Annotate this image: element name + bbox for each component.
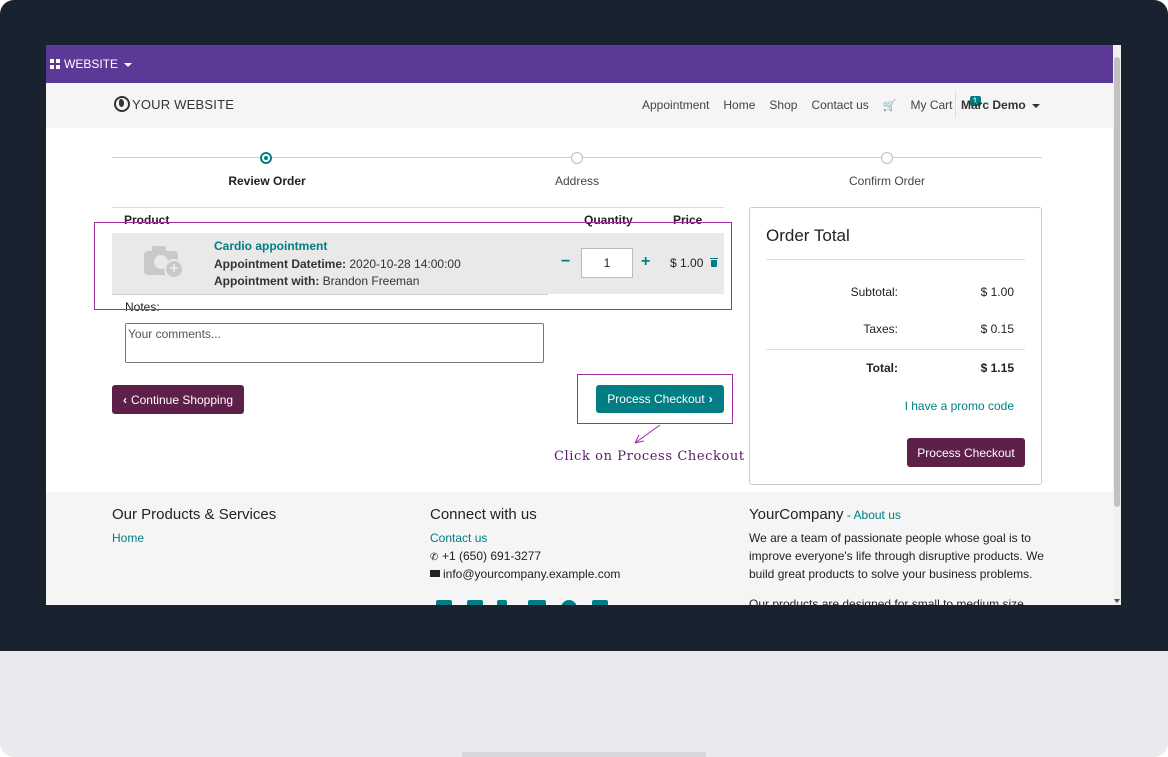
caret-down-icon	[1031, 103, 1040, 108]
twitter-icon[interactable]	[467, 600, 483, 605]
footer-company-title: YourCompany - About us	[749, 506, 901, 523]
footer-about-text-4: Our products are designed for small to m…	[749, 597, 1024, 605]
taxes-value: $ 0.15	[980, 322, 1014, 336]
step-confirm-order: Confirm Order	[848, 174, 926, 188]
step-dot-address	[571, 152, 583, 164]
youtube-icon[interactable]	[528, 600, 546, 605]
step-dot-confirm	[881, 152, 893, 164]
chevron-left-icon: ‹	[122, 392, 127, 407]
footer-about-text-1: We are a team of passionate people whose…	[749, 531, 1031, 545]
site-logo[interactable]: YOUR WEBSITE	[114, 96, 234, 112]
footer-connect-title: Connect with us	[430, 506, 537, 523]
footer-phone: ✆ +1 (650) 691-3277	[430, 549, 542, 563]
taxes-label: Taxes:	[863, 322, 898, 336]
annotation-text: Click on Process Checkout	[554, 449, 745, 464]
order-total-checkout-button[interactable]: Process Checkout	[907, 438, 1025, 467]
device-notch	[462, 752, 706, 757]
nav-link-shop[interactable]: Shop	[769, 98, 797, 112]
cart-icon: 🛒	[882, 99, 897, 112]
nav-divider	[955, 92, 956, 118]
scrollbar-thumb[interactable]	[1114, 57, 1120, 507]
apps-grid-icon	[50, 59, 60, 69]
annotation-arrow	[634, 424, 661, 444]
promo-code-link[interactable]: I have a promo code	[905, 399, 1014, 413]
footer-about-text-3: build great products to solve your busin…	[749, 567, 1033, 581]
linkedin-icon[interactable]	[497, 600, 507, 605]
order-total-card: Order Total Subtotal: $ 1.00 Taxes: $ 0.…	[749, 207, 1042, 485]
admin-bar: WEBSITE	[46, 45, 1113, 83]
caret-down-icon	[124, 62, 133, 67]
scroll-down-arrow-icon[interactable]	[1114, 599, 1120, 603]
footer-products-title: Our Products & Services	[112, 506, 277, 523]
site-footer: Our Products & Services Home Connect wit…	[46, 492, 1113, 605]
footer-about-text-2: improve everyone's life through disrupti…	[749, 549, 1044, 563]
footer-about-link[interactable]: About us	[854, 508, 901, 522]
nav-link-appointment[interactable]: Appointment	[642, 98, 709, 112]
step-dot-review	[260, 152, 272, 164]
footer-contact-link[interactable]: Contact us	[430, 531, 487, 545]
nav-link-home[interactable]: Home	[723, 98, 755, 112]
facebook-icon[interactable]	[436, 600, 452, 605]
website-menu[interactable]: WEBSITE	[64, 57, 133, 71]
nav-link-contact[interactable]: Contact us	[811, 98, 868, 112]
order-total-title: Order Total	[766, 226, 850, 245]
github-icon[interactable]	[561, 600, 577, 605]
highlight-box-checkout	[577, 374, 733, 424]
footer-home-link[interactable]: Home	[112, 531, 144, 545]
total-label: Total:	[866, 361, 898, 375]
envelope-icon	[430, 570, 440, 578]
subtotal-label: Subtotal:	[850, 285, 898, 299]
highlight-box-cart-row	[94, 222, 732, 310]
globe-icon	[114, 96, 130, 112]
browser-screen: WEBSITE YOUR WEBSITE Appointment Home Sh…	[46, 45, 1121, 605]
total-value: $ 1.15	[980, 361, 1014, 375]
table-top-border	[112, 207, 724, 208]
step-review-order: Review Order	[228, 174, 306, 188]
vertical-scrollbar[interactable]	[1113, 45, 1121, 605]
device-base	[0, 651, 1168, 757]
instagram-icon[interactable]	[592, 600, 608, 605]
step-address: Address	[554, 174, 600, 188]
notes-textarea[interactable]: Your comments...	[125, 323, 544, 363]
phone-icon: ✆	[430, 552, 439, 563]
nav-links: Appointment Home Shop Contact us 🛒 My Ca…	[642, 96, 1009, 112]
user-menu[interactable]: Marc Demo	[961, 98, 1040, 112]
footer-email: info@yourcompany.example.com	[430, 567, 620, 581]
subtotal-value: $ 1.00	[980, 285, 1014, 299]
site-navbar: YOUR WEBSITE Appointment Home Shop Conta…	[46, 83, 1113, 128]
continue-shopping-button[interactable]: ‹ Continue Shopping	[112, 385, 244, 414]
